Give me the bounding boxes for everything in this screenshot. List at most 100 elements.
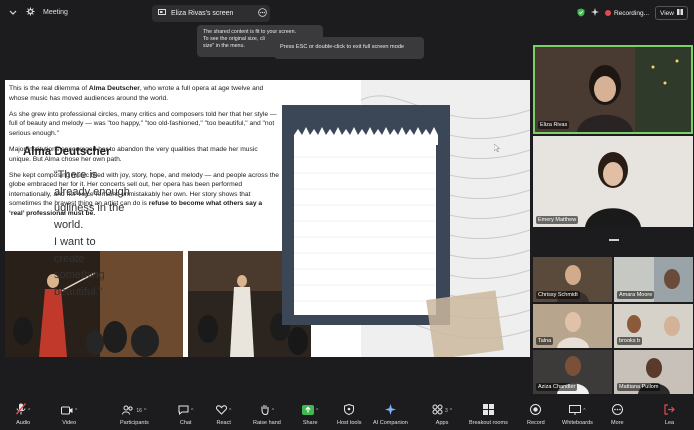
quote-line: something [54, 269, 105, 282]
chat-label: Chat [179, 420, 192, 426]
grid-icon [677, 9, 683, 17]
more-label: More [611, 420, 624, 426]
shield-icon[interactable] [577, 8, 585, 19]
participant-tile[interactable]: brooks b [614, 304, 693, 348]
chevron-up-icon[interactable]: ^ [316, 408, 318, 414]
chevron-up-icon[interactable]: ^ [272, 408, 274, 414]
gear-icon[interactable] [26, 7, 35, 18]
panel-divider [609, 239, 619, 241]
breakout-rooms-button[interactable]: Breakout rooms [469, 404, 508, 426]
meeting-menu[interactable]: Meeting [8, 7, 68, 18]
share-indicator[interactable]: Eliza Rivas's screen [152, 5, 270, 22]
apps-button[interactable]: 3 ^ Apps [432, 404, 452, 426]
shield-icon [344, 402, 355, 420]
grid-icon [482, 402, 494, 420]
quote-line: beautiful.” [54, 285, 103, 298]
share-button[interactable]: ^ Share [302, 404, 318, 426]
chat-bubble-icon [178, 402, 189, 420]
sparkle-icon[interactable] [590, 8, 599, 18]
ai-companion-label: AI Companion [373, 420, 408, 426]
participant-tile[interactable]: Chrissy Schmidt [533, 257, 612, 302]
whiteboards-button[interactable]: ^ Whiteboards [562, 404, 593, 426]
leave-icon [664, 402, 675, 420]
react-button[interactable]: ^ React [216, 404, 231, 426]
host-tools-button[interactable]: Host tools [337, 402, 362, 426]
leave-label: Lea [664, 420, 675, 426]
audio-button[interactable]: ^ Audio [15, 402, 31, 426]
quote-card [282, 105, 450, 325]
notebook-paper [294, 143, 436, 315]
quote-line: world. [54, 219, 84, 232]
audio-label: Audio [16, 420, 31, 426]
chevron-up-icon[interactable]: ^ [191, 408, 193, 414]
recording-indicator[interactable]: Recording... [604, 10, 649, 17]
chevron-up-icon[interactable]: ^ [75, 408, 77, 414]
chevron-up-icon[interactable]: ^ [583, 408, 585, 414]
apps-label: Apps [435, 420, 449, 426]
chevron-up-icon[interactable]: ^ [28, 408, 30, 414]
participant-name: Mattiana Pullom [617, 383, 661, 391]
recording-dot-icon [604, 10, 611, 16]
whiteboard-icon [569, 402, 582, 420]
participant-tile[interactable]: Emery Matthew [533, 136, 693, 227]
more-button[interactable]: More [611, 404, 624, 426]
hand-icon [260, 402, 270, 420]
participant-tile[interactable]: Mattiana Pullom [614, 350, 693, 394]
video-label: Video [62, 420, 77, 426]
screen-share-icon [158, 9, 166, 18]
paper-tape-decoration [426, 290, 504, 357]
meeting-toolbar: ^ Audio ^ Video 16 ^ Participants ^ Chat… [0, 402, 694, 430]
people-icon [122, 402, 134, 420]
chat-button[interactable]: ^ Chat [178, 404, 193, 426]
react-label: React [216, 420, 231, 426]
chevron-up-icon[interactable]: ^ [450, 408, 452, 414]
participants-label: Participants [120, 420, 149, 426]
participant-name: brooks b [617, 337, 643, 345]
raise-hand-label: Raise hand [253, 420, 281, 426]
video-camera-icon [61, 402, 73, 420]
top-bar: Meeting Eliza Rivas's screen Recording..… [0, 0, 694, 28]
text-span: This is the real dilemma of [9, 85, 89, 92]
host-tools-label: Host tools [337, 420, 362, 426]
participant-tile[interactable]: Aziza Chandler [533, 350, 612, 394]
leave-button[interactable]: Lea [664, 404, 675, 426]
quote-line: already enough [54, 185, 130, 198]
participant-tile[interactable]: Talna [533, 304, 612, 348]
quote-line: ugliness in the [54, 202, 125, 215]
participant-name: Eliza Rivas [538, 121, 570, 129]
chevron-up-icon[interactable]: ^ [144, 408, 146, 414]
share-label: Share [302, 420, 318, 426]
heart-icon [216, 402, 227, 420]
participant-tile[interactable]: Amara Moore [614, 257, 693, 302]
top-right-controls: Recording... View [577, 6, 688, 20]
more-options-icon[interactable] [258, 8, 267, 19]
chevron-up-icon[interactable]: ^ [229, 408, 231, 414]
shared-screen-content[interactable]: This is the real dilemma of Alma Deutsch… [5, 80, 530, 357]
view-button[interactable]: View [655, 6, 688, 20]
bold-span: Alma Deutscher [88, 85, 140, 92]
view-label: View [660, 9, 674, 17]
participant-name: Emery Matthew [536, 216, 579, 224]
participant-name: Chrissy Schmidt [536, 291, 580, 299]
breakout-rooms-label: Breakout rooms [469, 420, 508, 426]
quote-line: “There is [54, 169, 98, 181]
tooltip-text: Press ESC or double-click to exit full s… [280, 44, 405, 50]
meeting-window: Meeting Eliza Rivas's screen Recording..… [0, 0, 694, 430]
participant-tile-active-speaker[interactable]: Eliza Rivas [533, 45, 693, 134]
exit-fullscreen-tooltip: Press ESC or double-click to exit full s… [274, 37, 424, 59]
apps-icon [432, 402, 443, 420]
participant-name: Talna [536, 337, 554, 345]
video-button[interactable]: ^ Video [61, 404, 77, 426]
sparkle-icon [384, 402, 396, 420]
microphone-muted-icon [15, 402, 27, 420]
participants-button[interactable]: 16 ^ Participants [120, 404, 149, 426]
tooltip-line: The shared content is fit to your screen… [203, 29, 297, 35]
share-title: Eliza Rivas's screen [171, 10, 234, 17]
chevron-down-icon[interactable] [8, 8, 18, 18]
paragraph: As she grew into professional circles, m… [9, 110, 277, 137]
raise-hand-button[interactable]: ^ Raise hand [253, 404, 281, 426]
record-button[interactable]: Record [527, 404, 545, 426]
ai-companion-button[interactable]: AI Companion [373, 404, 408, 426]
quote-title: Alma Deutscher [23, 146, 111, 158]
meeting-label: Meeting [43, 9, 68, 16]
